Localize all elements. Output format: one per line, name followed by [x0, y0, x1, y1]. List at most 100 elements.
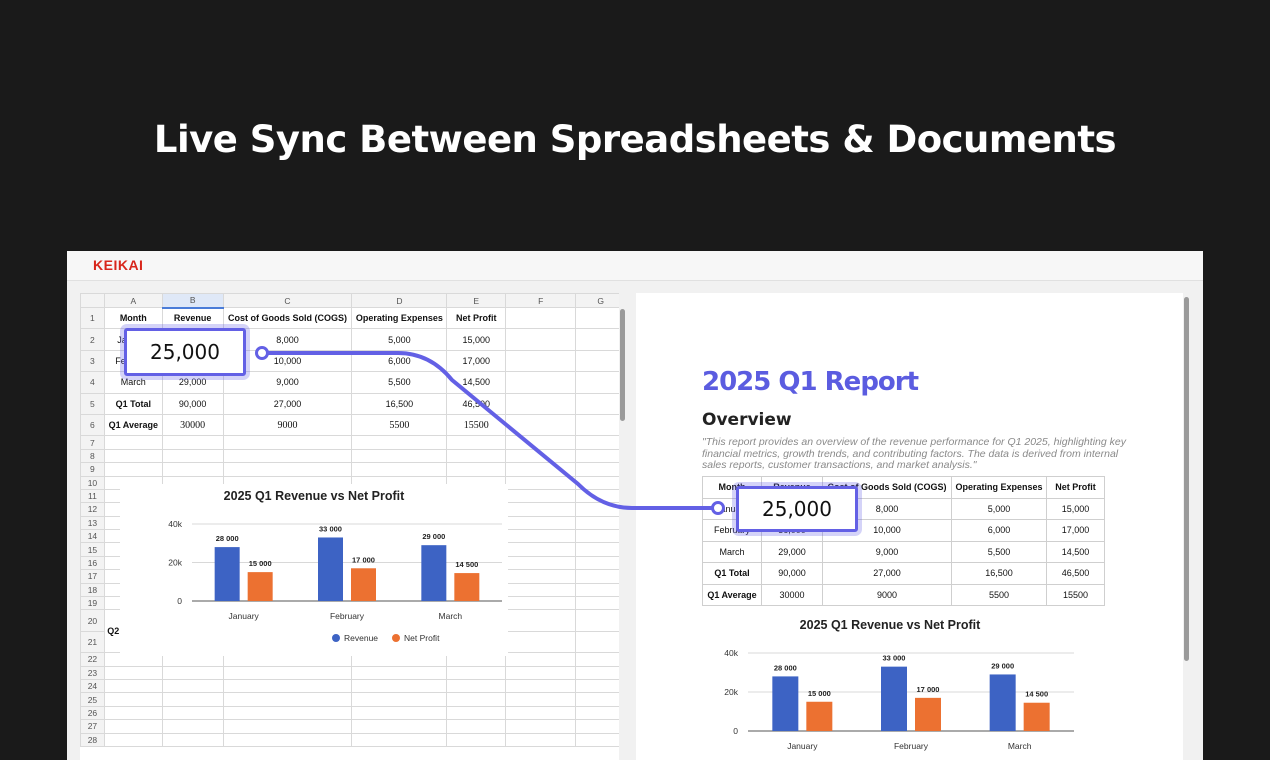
- cell[interactable]: [505, 413, 577, 437]
- spreadsheet-scrollbar[interactable]: [619, 293, 627, 760]
- row-header[interactable]: 11: [80, 488, 105, 504]
- cell[interactable]: [505, 732, 577, 747]
- cell[interactable]: [505, 652, 577, 667]
- cell[interactable]: [222, 665, 353, 680]
- cell[interactable]: [505, 515, 577, 531]
- row-header[interactable]: 16: [80, 555, 105, 571]
- cell[interactable]: [161, 448, 224, 464]
- row-header[interactable]: 3: [80, 349, 105, 373]
- cell[interactable]: [222, 435, 353, 450]
- row-header[interactable]: 26: [80, 705, 105, 721]
- row-header[interactable]: 5: [80, 392, 105, 415]
- cell[interactable]: [446, 719, 507, 734]
- row-header[interactable]: 8: [80, 448, 105, 464]
- cell[interactable]: [103, 435, 163, 450]
- row-header[interactable]: 9: [80, 462, 105, 477]
- cell[interactable]: [351, 462, 448, 477]
- cell[interactable]: [222, 719, 353, 734]
- cell[interactable]: 27,000: [222, 392, 353, 415]
- cell[interactable]: [222, 705, 353, 721]
- cell[interactable]: [505, 569, 577, 584]
- cell[interactable]: Q1 Total: [103, 392, 163, 415]
- cell[interactable]: [505, 328, 577, 351]
- cell[interactable]: [446, 692, 507, 707]
- cell[interactable]: [103, 678, 163, 694]
- row-header[interactable]: 1: [80, 306, 105, 330]
- cell[interactable]: [505, 392, 577, 415]
- cell[interactable]: 17,000: [446, 349, 507, 373]
- document-page[interactable]: 2025 Q1 Report Overview "This report pro…: [636, 293, 1188, 760]
- cell[interactable]: [161, 462, 224, 477]
- cell[interactable]: [103, 719, 163, 734]
- cell[interactable]: [505, 596, 577, 611]
- cell[interactable]: [505, 692, 577, 707]
- row-header[interactable]: 7: [80, 435, 105, 450]
- cell[interactable]: [446, 462, 507, 477]
- cell[interactable]: [161, 705, 224, 721]
- cell[interactable]: [446, 705, 507, 721]
- column-header-f[interactable]: F: [505, 293, 577, 308]
- column-header-d[interactable]: D: [351, 293, 448, 308]
- cell[interactable]: [446, 732, 507, 747]
- cell[interactable]: [351, 678, 448, 694]
- spreadsheet-scroll-thumb[interactable]: [620, 309, 625, 421]
- cell[interactable]: [351, 732, 448, 747]
- row-header[interactable]: 17: [80, 569, 105, 584]
- column-header-b[interactable]: B: [161, 293, 224, 309]
- cell[interactable]: [351, 719, 448, 734]
- cell[interactable]: [505, 555, 577, 571]
- cell[interactable]: 16,500: [351, 392, 448, 415]
- cell[interactable]: [505, 630, 577, 654]
- row-header[interactable]: 22: [80, 652, 105, 667]
- cell[interactable]: [103, 692, 163, 707]
- cell[interactable]: [505, 529, 577, 544]
- cell[interactable]: [351, 665, 448, 680]
- cell[interactable]: [351, 435, 448, 450]
- row-header[interactable]: 18: [80, 582, 105, 598]
- cell[interactable]: [222, 732, 353, 747]
- corner-cell[interactable]: [80, 293, 105, 308]
- row-header[interactable]: 21: [80, 630, 105, 654]
- cell[interactable]: 5500: [351, 413, 448, 437]
- row-header[interactable]: 24: [80, 678, 105, 694]
- cell[interactable]: [505, 349, 577, 373]
- cell[interactable]: [103, 665, 163, 680]
- row-header[interactable]: 6: [80, 413, 105, 437]
- document-scroll-thumb[interactable]: [1184, 297, 1189, 661]
- cell[interactable]: 30000: [161, 413, 224, 437]
- row-header[interactable]: 28: [80, 732, 105, 747]
- row-header[interactable]: 13: [80, 515, 105, 531]
- cell[interactable]: [103, 462, 163, 477]
- cell[interactable]: [446, 435, 507, 450]
- row-header[interactable]: 27: [80, 719, 105, 734]
- cell[interactable]: 15,000: [446, 328, 507, 351]
- cell[interactable]: 14,500: [446, 371, 507, 394]
- row-header[interactable]: 23: [80, 665, 105, 680]
- cell[interactable]: [505, 582, 577, 598]
- row-header[interactable]: 25: [80, 692, 105, 707]
- cell[interactable]: [351, 705, 448, 721]
- cell[interactable]: 90,000: [161, 392, 224, 415]
- cell[interactable]: [446, 665, 507, 680]
- cell[interactable]: [505, 448, 577, 464]
- row-header[interactable]: 12: [80, 502, 105, 517]
- column-header-c[interactable]: C: [222, 293, 353, 308]
- cell[interactable]: 15500: [446, 413, 507, 437]
- cell[interactable]: [505, 435, 577, 450]
- spreadsheet-chart[interactable]: 2025 Q1 Revenue vs Net Profit 0 20k 40k 28 0…: [120, 484, 508, 656]
- cell[interactable]: [505, 542, 577, 557]
- cell[interactable]: [505, 462, 577, 477]
- cell[interactable]: [103, 448, 163, 464]
- cell[interactable]: [222, 692, 353, 707]
- cell[interactable]: [103, 732, 163, 747]
- cell[interactable]: [505, 609, 577, 632]
- cell[interactable]: Q1 Average: [103, 413, 163, 437]
- header-cell[interactable]: Cost of Goods Sold (COGS): [222, 306, 353, 330]
- row-header[interactable]: 2: [80, 328, 105, 351]
- cell[interactable]: [505, 371, 577, 394]
- row-header[interactable]: 10: [80, 475, 105, 490]
- cell[interactable]: [505, 475, 577, 490]
- column-header-a[interactable]: A: [103, 293, 163, 308]
- cell[interactable]: [505, 306, 577, 330]
- cell[interactable]: [103, 705, 163, 721]
